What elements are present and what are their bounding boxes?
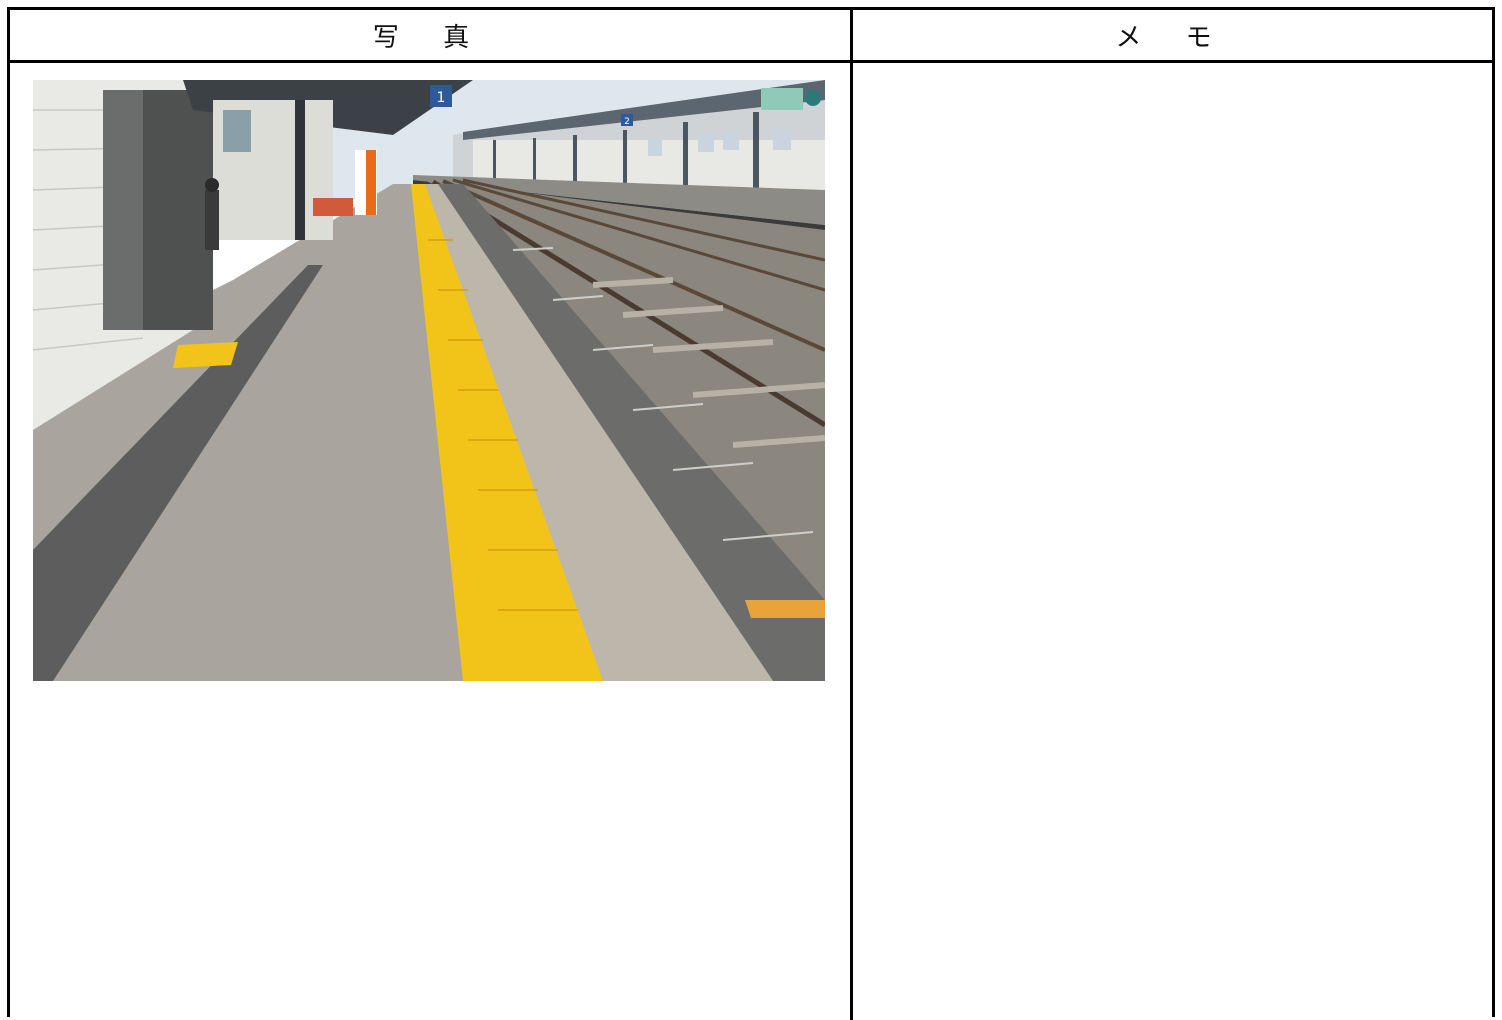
memo-column-header: メ モ <box>1115 22 1230 53</box>
platform-number-sign-far: 2 <box>624 117 630 127</box>
station-platform-photo: 1 2 <box>33 80 825 681</box>
memo-area[interactable] <box>853 63 1492 1013</box>
table-header-row: 写 真 メ モ <box>10 10 1492 63</box>
platform-number-sign: 1 <box>437 90 446 106</box>
record-sheet: 写 真 メ モ 1 2 <box>7 7 1495 1020</box>
photo-column-header: 写 真 <box>372 22 488 53</box>
